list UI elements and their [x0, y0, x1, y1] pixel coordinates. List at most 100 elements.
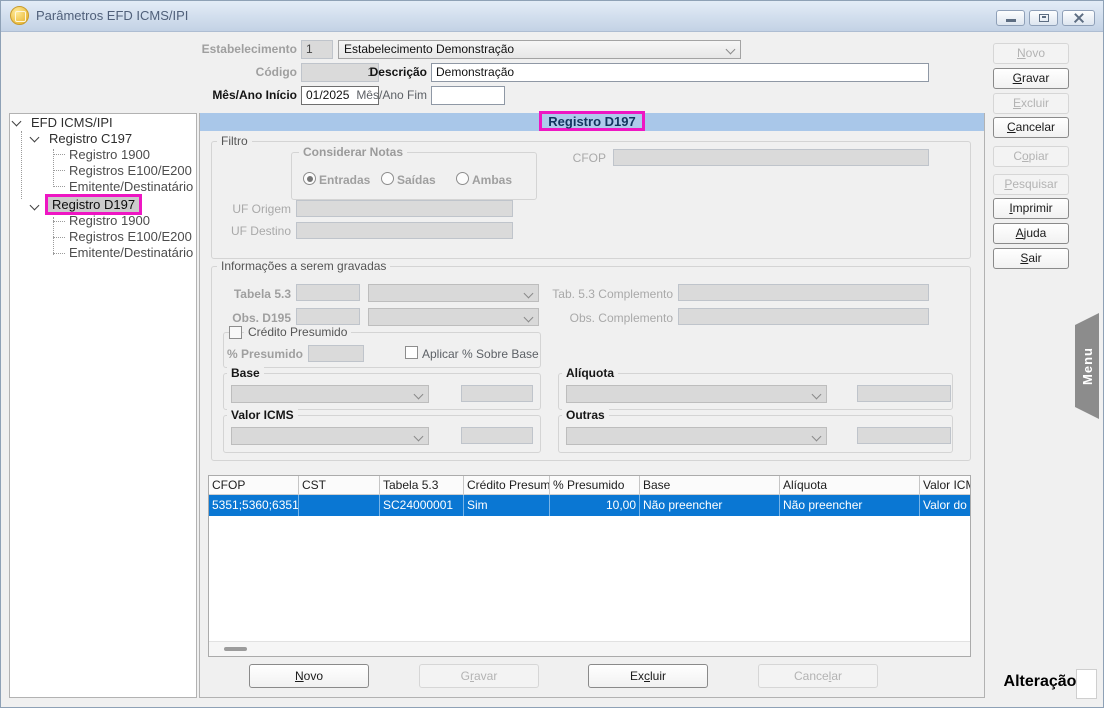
side-gravar-button[interactable]: Gravar [993, 68, 1069, 89]
side-pesquisar-button[interactable]: Pesquisar [993, 174, 1069, 195]
side-sair-button[interactable]: Sair [993, 248, 1069, 269]
descricao-label: Descrição [347, 65, 427, 79]
descricao-field[interactable]: Demonstração [431, 63, 929, 82]
side-ajuda-button[interactable]: Ajuda [993, 223, 1069, 244]
tree-item-registro-c197[interactable]: Registro C197 [49, 131, 132, 146]
outras-caption: Outras [562, 408, 609, 422]
maximize-button[interactable] [1029, 10, 1058, 26]
chevron-down-icon [414, 432, 424, 442]
tab53-complemento-label: Tab. 5.3 Complemento [533, 287, 673, 301]
outras-field[interactable] [857, 427, 951, 444]
grid-col-percent-presumido[interactable]: % Presumido [550, 476, 640, 494]
base-field[interactable] [461, 385, 533, 402]
credito-presumido-checkbox[interactable] [229, 326, 242, 339]
valor-icms-caption: Valor ICMS [227, 408, 298, 422]
grid-col-credito-presumido[interactable]: Crédito Presumido [464, 476, 550, 494]
radio-saidas[interactable] [381, 172, 394, 185]
grid-excluir-button[interactable]: Excluir [588, 664, 708, 688]
tree-item-registro-1900[interactable]: Registro 1900 [69, 147, 150, 162]
side-imprimir-button[interactable]: Imprimir [993, 198, 1069, 219]
uf-origem-field[interactable] [296, 200, 513, 217]
estabelecimento-label: Estabelecimento [141, 42, 297, 56]
uf-destino-label: UF Destino [211, 224, 291, 238]
maximize-icon [1039, 14, 1049, 22]
estabelecimento-combobox[interactable]: Estabelecimento Demonstração [338, 40, 741, 59]
tree-item-registro-1900[interactable]: Registro 1900 [69, 213, 150, 228]
tree-item-emitente-destinatario[interactable]: Emitente/Destinatário [69, 179, 193, 194]
side-excluir-button[interactable]: Excluir [993, 93, 1069, 114]
aliquota-field[interactable] [857, 385, 951, 402]
radio-saidas-label[interactable]: Saídas [397, 173, 436, 187]
aplicar-sobre-base-checkbox[interactable] [405, 346, 418, 359]
tabela53-combobox[interactable] [368, 284, 539, 302]
aplicar-sobre-base-label[interactable]: Aplicar % Sobre Base [422, 347, 539, 361]
grid-col-valor-icms[interactable]: Valor ICMS [920, 476, 970, 494]
cfop-label: CFOP [528, 151, 606, 165]
cfop-field[interactable] [613, 149, 929, 166]
percent-presumido-label: % Presumido [211, 347, 303, 361]
credito-presumido-label[interactable]: Crédito Presumido [244, 325, 351, 339]
obs-complemento-label: Obs. Complemento [533, 311, 673, 325]
obs-d195-label: Obs. D195 [191, 311, 291, 325]
records-grid: CFOP CST Tabela 5.3 Crédito Presumido % … [208, 475, 971, 657]
codigo-label: Código [197, 65, 297, 79]
uf-destino-field[interactable] [296, 222, 513, 239]
mes-ano-fim-label: Mês/Ano Fim [347, 88, 427, 102]
chevron-down-icon [812, 390, 822, 400]
informacoes-caption: Informações a serem gravadas [217, 259, 390, 273]
minimize-button[interactable] [996, 10, 1025, 26]
grid-cancelar-button[interactable]: Cancelar [758, 664, 878, 688]
grid-header-row: CFOP CST Tabela 5.3 Crédito Presumido % … [209, 476, 970, 495]
valor-icms-combobox[interactable] [231, 427, 429, 445]
radio-entradas-label[interactable]: Entradas [319, 173, 370, 187]
tree-item-registro-d197-selected[interactable]: Registro D197 [45, 194, 142, 215]
grid-col-tabela53[interactable]: Tabela 5.3 [380, 476, 464, 494]
valor-icms-field[interactable] [461, 427, 533, 444]
tree-item-registros-e100-e200[interactable]: Registros E100/E200 [69, 163, 192, 178]
radio-entradas[interactable] [303, 172, 316, 185]
menu-tab[interactable]: Menu [1075, 313, 1099, 419]
panel-header-bar: Registro D197 [200, 113, 984, 131]
grid-col-base[interactable]: Base [640, 476, 780, 494]
mes-ano-inicio-label: Mês/Ano Início [197, 88, 297, 102]
grid-horizontal-scrollbar[interactable] [209, 641, 970, 656]
aliquota-combobox[interactable] [566, 385, 827, 403]
uf-origem-label: UF Origem [211, 202, 291, 216]
tree-item-emitente-destinatario[interactable]: Emitente/Destinatário [69, 245, 193, 260]
aliquota-caption: Alíquota [562, 366, 618, 380]
radio-ambas-label[interactable]: Ambas [472, 173, 512, 187]
chevron-down-icon [812, 432, 822, 442]
base-combobox[interactable] [231, 385, 429, 403]
side-cancelar-button[interactable]: Cancelar [993, 117, 1069, 138]
tree-connector [53, 217, 54, 255]
grid-row-selected[interactable]: 5351;5360;6351- SC24000001 Sim 10,00 Não… [209, 495, 970, 516]
radio-ambas[interactable] [456, 172, 469, 185]
status-mode-label: Alteração [986, 673, 1094, 691]
grid-gravar-button[interactable]: Gravar [419, 664, 539, 688]
outras-combobox[interactable] [566, 427, 827, 445]
obs-complemento-field[interactable] [678, 308, 929, 325]
side-copiar-button[interactable]: Copiar [993, 146, 1069, 167]
close-button[interactable] [1062, 10, 1095, 26]
tab53-complemento-field[interactable] [678, 284, 929, 301]
grid-col-cfop[interactable]: CFOP [209, 476, 299, 494]
obs-d195-combobox[interactable] [368, 308, 539, 326]
base-caption: Base [227, 366, 264, 380]
tree-connector [21, 131, 22, 199]
scrollbar-thumb[interactable] [224, 647, 247, 651]
percent-presumido-field[interactable] [308, 345, 364, 362]
app-icon [10, 6, 29, 25]
mes-ano-fim-field[interactable] [431, 86, 505, 105]
tabela53-code-field[interactable] [296, 284, 360, 301]
tree-item-registros-e100-e200[interactable]: Registros E100/E200 [69, 229, 192, 244]
grid-novo-button[interactable]: Novo [249, 664, 369, 688]
obs-d195-code-field[interactable] [296, 308, 360, 325]
filtro-caption: Filtro [217, 134, 252, 148]
grid-col-aliquota[interactable]: Alíquota [780, 476, 920, 494]
chevron-down-icon [524, 289, 534, 299]
chevron-down-icon [524, 313, 534, 323]
side-novo-button[interactable]: Novo [993, 43, 1069, 64]
grid-col-cst[interactable]: CST [299, 476, 380, 494]
estabelecimento-code-field[interactable]: 1 [301, 40, 333, 59]
tree-item-efd-icms-ipi[interactable]: EFD ICMS/IPI [31, 115, 113, 130]
